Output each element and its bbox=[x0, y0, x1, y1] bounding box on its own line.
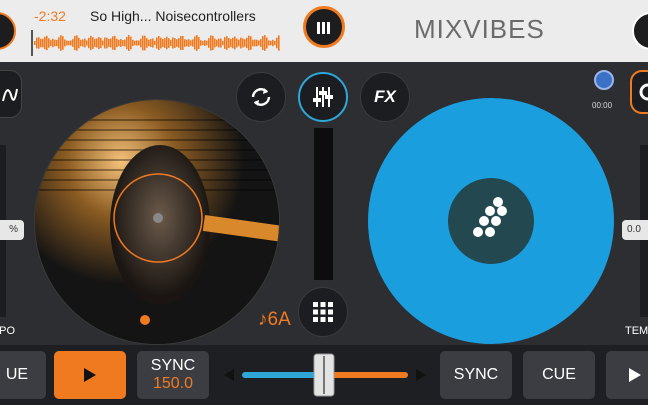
left-turntable[interactable] bbox=[34, 99, 280, 345]
album-artwork bbox=[35, 100, 279, 344]
settings-button[interactable] bbox=[630, 70, 648, 114]
menu-bar-icon bbox=[317, 22, 320, 34]
crossfader[interactable] bbox=[222, 352, 428, 398]
left-play-button[interactable] bbox=[54, 351, 126, 399]
gear-icon bbox=[639, 83, 648, 101]
channel-fader[interactable] bbox=[314, 128, 333, 280]
main-menu-button[interactable] bbox=[303, 6, 345, 48]
refresh-icon bbox=[251, 88, 271, 106]
right-sync-button[interactable]: SYNC bbox=[440, 351, 512, 399]
left-tempo-label: MPO bbox=[0, 325, 16, 337]
track-title: So High... Noisecontrollers bbox=[90, 8, 256, 24]
sampler-grid-button[interactable] bbox=[298, 287, 348, 337]
menu-bar-icon bbox=[327, 22, 330, 34]
time-remaining: -2:32 bbox=[34, 8, 66, 24]
arrow-left-icon bbox=[224, 369, 234, 381]
right-pitch-value: 0.0 bbox=[622, 220, 648, 240]
sync-label: SYNC bbox=[150, 357, 196, 374]
waveform-toggle-button[interactable] bbox=[0, 70, 22, 118]
key-label: ♪6A bbox=[258, 309, 291, 330]
right-tempo-label: TEM bbox=[625, 325, 648, 337]
right-platter-center bbox=[448, 178, 534, 264]
track-waveform[interactable] bbox=[30, 28, 280, 58]
record-time: 00:00 bbox=[592, 101, 613, 110]
wave-icon bbox=[2, 88, 18, 102]
play-icon bbox=[629, 368, 641, 382]
record-button[interactable] bbox=[594, 70, 614, 90]
bpm-value: 150.0 bbox=[152, 375, 194, 392]
menu-bar-icon bbox=[322, 22, 325, 34]
left-pitch-value: % bbox=[0, 220, 24, 240]
mixvibes-logo-icon bbox=[473, 197, 507, 237]
right-play-button[interactable] bbox=[606, 351, 648, 399]
mixer-button[interactable] bbox=[298, 72, 348, 122]
right-cue-button[interactable]: CUE bbox=[523, 351, 595, 399]
grid-icon bbox=[313, 302, 333, 322]
left-sync-button[interactable]: SYNC 150.0 bbox=[137, 351, 209, 399]
left-cue-button[interactable]: UE bbox=[0, 351, 46, 399]
fx-button[interactable]: FX bbox=[360, 72, 410, 122]
arrow-right-icon bbox=[416, 369, 426, 381]
app-logo: MIXVIBES bbox=[414, 14, 545, 44]
loop-sync-button[interactable] bbox=[236, 72, 286, 122]
deck-indicator-icon bbox=[140, 315, 150, 325]
play-icon bbox=[84, 368, 96, 382]
equalizer-icon bbox=[313, 87, 333, 107]
